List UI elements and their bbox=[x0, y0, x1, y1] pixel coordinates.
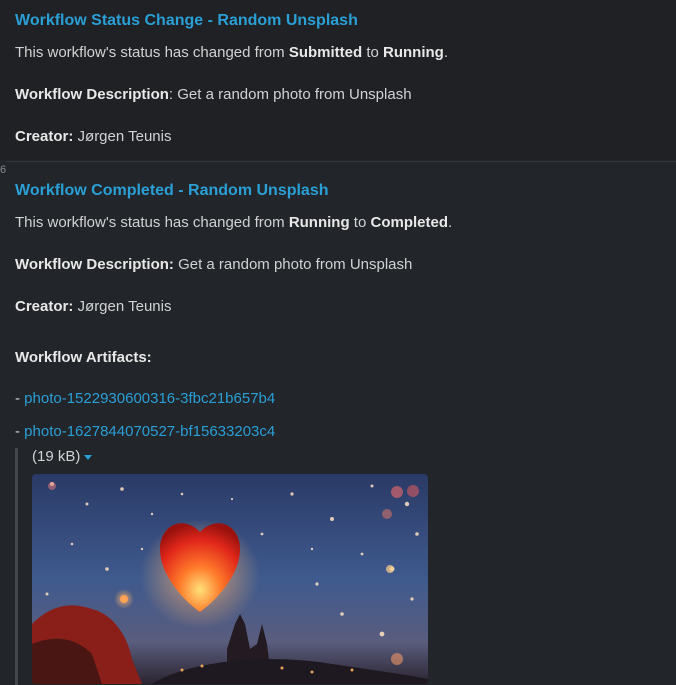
message-title-link[interactable]: Workflow Completed - Random Unsplash bbox=[15, 181, 676, 201]
status-to-word: to bbox=[362, 44, 384, 61]
status-prefix: This workflow's status has changed from bbox=[15, 44, 289, 61]
status-prefix: This workflow's status has changed from bbox=[15, 214, 289, 231]
artifacts-label: Workflow Artifacts: bbox=[15, 349, 152, 366]
description-value: Get a random photo from Unsplash bbox=[173, 256, 413, 273]
description-value: Get a random photo from Unsplash bbox=[177, 86, 412, 103]
description-label: Workflow Description: bbox=[15, 256, 174, 273]
attachment-photo[interactable] bbox=[32, 474, 428, 684]
message-title-link[interactable]: Workflow Status Change - Random Unsplash bbox=[15, 11, 676, 31]
caret-down-icon[interactable] bbox=[84, 454, 93, 460]
creator-value: Jørgen Teunis bbox=[73, 128, 172, 145]
sky-lantern-image bbox=[32, 474, 428, 684]
attachment-size-row: (19 kB) bbox=[32, 448, 676, 466]
artifact-link[interactable]: photo-1627844070527-bf15633203c4 bbox=[24, 423, 275, 440]
description-line: Workflow Description: Get a random photo… bbox=[15, 255, 676, 275]
creator-value: Jørgen Teunis bbox=[73, 298, 172, 315]
artifact-prefix: - bbox=[15, 390, 25, 407]
description-sep: : bbox=[168, 86, 178, 103]
status-from: Running bbox=[288, 214, 350, 231]
image-attachment: (19 kB) bbox=[15, 448, 676, 685]
status-to-word: to bbox=[349, 214, 371, 231]
artifact-link[interactable]: photo-1522930600316-3fbc21b657b4 bbox=[24, 390, 275, 407]
status-line: This workflow's status has changed from … bbox=[15, 43, 676, 63]
status-from: Submitted bbox=[288, 44, 363, 61]
message-completed: Workflow Completed - Random Unsplash Thi… bbox=[0, 160, 676, 685]
creator-line: Creator: Jørgen Teunis bbox=[15, 297, 676, 317]
artifact-prefix: - bbox=[15, 423, 25, 440]
artifact-item: - photo-1522930600316-3fbc21b657b4 bbox=[15, 389, 676, 409]
creator-label: Creator: bbox=[15, 128, 74, 145]
status-to: Completed bbox=[370, 214, 449, 231]
status-to: Running bbox=[383, 44, 444, 61]
artifact-item: - photo-1627844070527-bf15633203c4 bbox=[15, 422, 676, 442]
artifacts-heading: Workflow Artifacts: bbox=[15, 348, 676, 368]
status-line: This workflow's status has changed from … bbox=[15, 213, 676, 233]
status-end: . bbox=[443, 44, 449, 61]
status-end: . bbox=[448, 214, 453, 231]
message-status-change: Workflow Status Change - Random Unsplash… bbox=[0, 0, 676, 160]
attachment-size: (19 kB) bbox=[32, 448, 81, 465]
description-label: Workflow Description bbox=[15, 86, 169, 103]
description-line: Workflow Description: Get a random photo… bbox=[15, 85, 676, 105]
creator-line: Creator: Jørgen Teunis bbox=[15, 127, 676, 147]
creator-label: Creator: bbox=[15, 298, 74, 315]
